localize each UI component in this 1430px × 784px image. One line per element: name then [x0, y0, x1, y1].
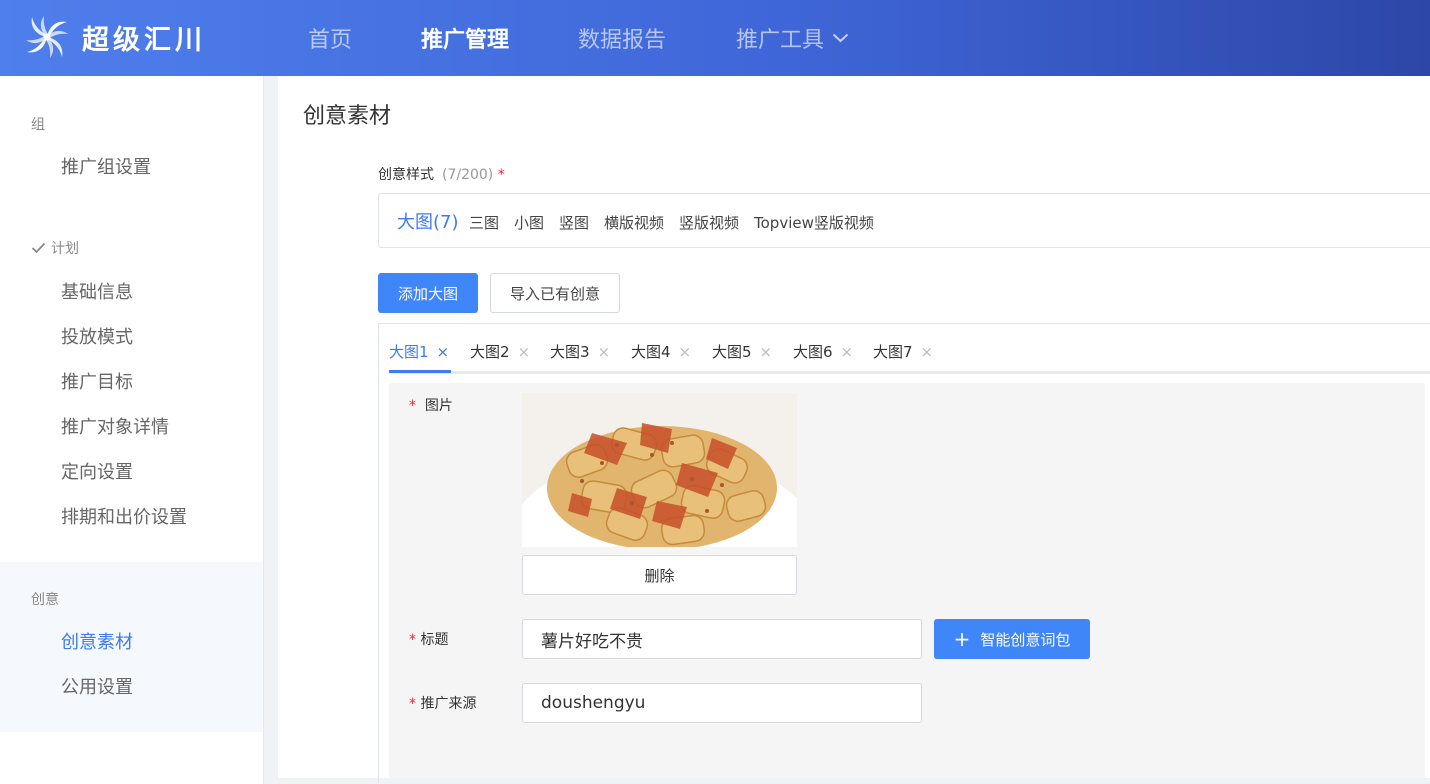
nav-home[interactable]: 首页	[308, 22, 352, 54]
tab-label: 大图4	[631, 343, 671, 361]
source-label-text: 推广来源	[420, 696, 477, 712]
logo-text: 超级汇川	[82, 24, 206, 56]
tab-large-image-7[interactable]: 大图7 ×	[873, 341, 933, 362]
main-content: 创意素材 创意样式 (7/200) * 大图(7) 三图 小图 竖图 横版视频 竖…	[278, 76, 1430, 783]
smart-creative-wordpack-button[interactable]: + 智能创意词包	[934, 619, 1090, 659]
nav-report[interactable]: 数据报告	[578, 22, 666, 54]
delete-image-button[interactable]: 删除	[522, 555, 797, 595]
tab-large-image-6[interactable]: 大图6 ×	[793, 341, 853, 362]
close-icon[interactable]: ×	[841, 343, 854, 361]
sidebar-item-basic-info[interactable]: 基础信息	[61, 278, 133, 304]
sidebar-item-common-settings[interactable]: 公用设置	[61, 673, 133, 699]
import-creative-button[interactable]: 导入已有创意	[490, 273, 620, 313]
creative-style-text: 创意样式	[378, 167, 434, 183]
sidebar-plan-label: 计划	[31, 238, 79, 258]
tab-large-image-3[interactable]: 大图3 ×	[550, 341, 610, 362]
title-label-text: 标题	[420, 632, 449, 648]
logo[interactable]: 超级汇川	[22, 12, 206, 62]
swirl-logo-icon	[26, 16, 68, 58]
tab-label: 大图2	[470, 343, 510, 361]
tab-label: 大图5	[712, 343, 752, 361]
sidebar-item-creative-material[interactable]: 创意素材	[61, 628, 133, 654]
promo-source-input[interactable]	[522, 683, 922, 723]
nav-tools-dropdown[interactable]: 推广工具	[736, 22, 849, 54]
creative-style-selector: 大图(7) 三图 小图 竖图 横版视频 竖版视频 Topview竖版视频	[378, 193, 1430, 248]
creative-image-preview	[522, 393, 797, 547]
sidebar-item-targeting[interactable]: 定向设置	[61, 458, 133, 484]
active-tab-underline	[389, 370, 451, 373]
required-marker: *	[409, 632, 416, 648]
tab-large-image-2[interactable]: 大图2 ×	[470, 341, 530, 362]
source-field-label: * 推广来源	[409, 693, 476, 713]
nav-manage[interactable]: 推广管理	[421, 22, 509, 54]
top-nav-bar: 超级汇川 首页 推广管理 数据报告 推广工具	[0, 0, 1430, 76]
close-icon[interactable]: ×	[598, 343, 611, 361]
style-option-large-image[interactable]: 大图(7)	[397, 208, 459, 234]
close-icon[interactable]: ×	[437, 343, 450, 361]
tabs-divider	[389, 371, 1430, 374]
required-marker: *	[497, 167, 505, 183]
pasta-food-image	[522, 393, 797, 547]
style-option-three-images[interactable]: 三图	[469, 212, 499, 233]
image-label-text: 图片	[424, 398, 453, 414]
sidebar-item-promo-object[interactable]: 推广对象详情	[61, 413, 169, 439]
plus-icon: +	[953, 627, 971, 651]
tab-label: 大图1	[389, 343, 429, 361]
close-icon[interactable]: ×	[760, 343, 773, 361]
nav-tools-label: 推广工具	[736, 28, 825, 53]
tab-label: 大图3	[550, 343, 590, 361]
required-marker: *	[409, 398, 416, 414]
creative-style-count: (7/200)	[442, 167, 494, 183]
style-option-vertical-image[interactable]: 竖图	[559, 212, 589, 233]
sidebar-creative-label: 创意	[31, 592, 59, 608]
creative-style-label: 创意样式 (7/200) *	[378, 164, 505, 184]
tab-large-image-1[interactable]: 大图1 ×	[389, 341, 449, 362]
image-field-label: * 图片	[409, 395, 453, 415]
sidebar-item-group-settings[interactable]: 推广组设置	[61, 153, 151, 179]
style-option-topview-video[interactable]: Topview竖版视频	[754, 212, 874, 233]
creative-tabs-panel: 大图1 × 大图2 × 大图3 × 大图4 × 大图5 × 大图6 × 大图7 × * 图片	[378, 323, 1430, 783]
chevron-down-icon	[832, 33, 849, 43]
title-input[interactable]	[522, 619, 922, 659]
style-option-horizontal-video[interactable]: 横版视频	[604, 212, 664, 233]
add-large-image-button[interactable]: 添加大图	[378, 273, 478, 313]
tab-large-image-5[interactable]: 大图5 ×	[712, 341, 772, 362]
sidebar-plan-text: 计划	[51, 241, 79, 257]
tab-large-image-4[interactable]: 大图4 ×	[631, 341, 691, 362]
smart-button-label: 智能创意词包	[980, 630, 1071, 649]
sidebar-item-schedule-bid[interactable]: 排期和出价设置	[61, 503, 187, 529]
close-icon[interactable]: ×	[518, 343, 531, 361]
required-marker: *	[409, 696, 416, 712]
creative-form-panel: * 图片 删除 * 标题 薯片好吃不贵 + 智能创意词包 * 推广来源 dous…	[389, 383, 1425, 778]
title-field-label: * 标题	[409, 629, 448, 649]
sidebar-item-delivery-mode[interactable]: 投放模式	[61, 323, 133, 349]
sidebar-item-promo-goal[interactable]: 推广目标	[61, 368, 133, 394]
close-icon[interactable]: ×	[679, 343, 692, 361]
sidebar-group-label: 组	[31, 117, 45, 133]
style-option-vertical-video[interactable]: 竖版视频	[679, 212, 739, 233]
style-option-small-image[interactable]: 小图	[514, 212, 544, 233]
close-icon[interactable]: ×	[921, 343, 934, 361]
check-icon	[31, 242, 46, 254]
sidebar: 组 推广组设置 计划 基础信息 投放模式 推广目标 推广对象详情 定向设置 排期…	[0, 76, 264, 784]
tab-label: 大图6	[793, 343, 833, 361]
page-title: 创意素材	[303, 104, 392, 129]
tab-label: 大图7	[873, 343, 913, 361]
